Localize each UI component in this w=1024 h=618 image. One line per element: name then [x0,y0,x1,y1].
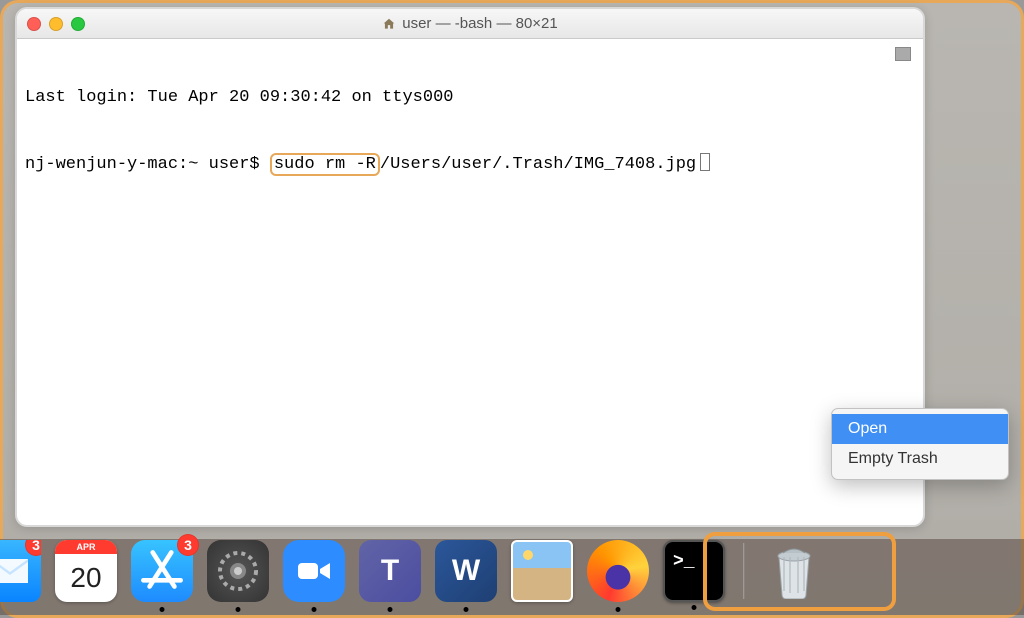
dock-indicator [692,605,697,610]
dock-indicator [388,607,393,612]
terminal-cmd-rest: /Users/user/.Trash/IMG_7408.jpg [380,155,696,174]
dock-icon-system-preferences[interactable] [207,540,269,602]
dock-icon-zoom[interactable] [283,540,345,602]
dock-icon-app-store[interactable]: 3 [131,540,193,602]
dock-icon-terminal[interactable]: >_ [663,540,725,602]
terminal-prompt: nj-wenjun-y-mac:~ user$ [25,155,270,174]
mail-badge: 3 [25,534,47,556]
calendar-day-label: 20 [55,554,117,602]
dock-area: 3 APR 20 3 T [3,529,1021,615]
zoom-button[interactable] [71,17,85,31]
close-button[interactable] [27,17,41,31]
dock-indicator [312,607,317,612]
dock-indicator [160,607,165,612]
menu-item-empty-trash[interactable]: Empty Trash [832,444,1008,474]
scroll-indicator-icon[interactable] [895,47,911,61]
minimize-button[interactable] [49,17,63,31]
terminal-cursor [700,153,710,171]
dock-icon-preview[interactable] [511,540,573,602]
terminal-prompt-icon: >_ [673,552,695,572]
dock-icon-calendar[interactable]: APR 20 [55,540,117,602]
window-title-container: user — -bash — 80×21 [17,15,923,32]
dock-icon-word[interactable]: W [435,540,497,602]
dock-indicator [464,607,469,612]
terminal-line-login: Last login: Tue Apr 20 09:30:42 on ttys0… [25,87,915,109]
titlebar[interactable]: user — -bash — 80×21 [17,9,923,39]
home-icon [382,17,396,31]
dock-icon-mail[interactable]: 3 [0,540,41,602]
terminal-window[interactable]: user — -bash — 80×21 Last login: Tue Apr… [15,7,925,527]
calendar-month-label: APR [55,540,117,554]
dock-icon-teams[interactable]: T [359,540,421,602]
menu-item-open[interactable]: Open [832,414,1008,444]
traffic-lights [27,17,85,31]
word-letter: W [452,554,480,588]
dock-indicator [236,607,241,612]
app-store-badge: 3 [177,534,199,556]
desktop: user — -bash — 80×21 Last login: Tue Apr… [0,0,1024,618]
teams-letter: T [381,554,399,588]
terminal-cmd-highlight: sudo rm -R [270,153,380,176]
window-title: user — -bash — 80×21 [402,15,558,32]
terminal-body[interactable]: Last login: Tue Apr 20 09:30:42 on ttys0… [17,39,923,228]
dock-icon-firefox[interactable] [587,540,649,602]
trash-context-menu[interactable]: Open Empty Trash [831,408,1009,480]
dock-divider [743,543,745,599]
dock-icon-trash[interactable] [763,540,825,602]
dock[interactable]: 3 APR 20 3 T [3,533,1021,609]
dock-indicator [616,607,621,612]
terminal-line-command: nj-wenjun-y-mac:~ user$ sudo rm -R/Users… [25,153,915,176]
